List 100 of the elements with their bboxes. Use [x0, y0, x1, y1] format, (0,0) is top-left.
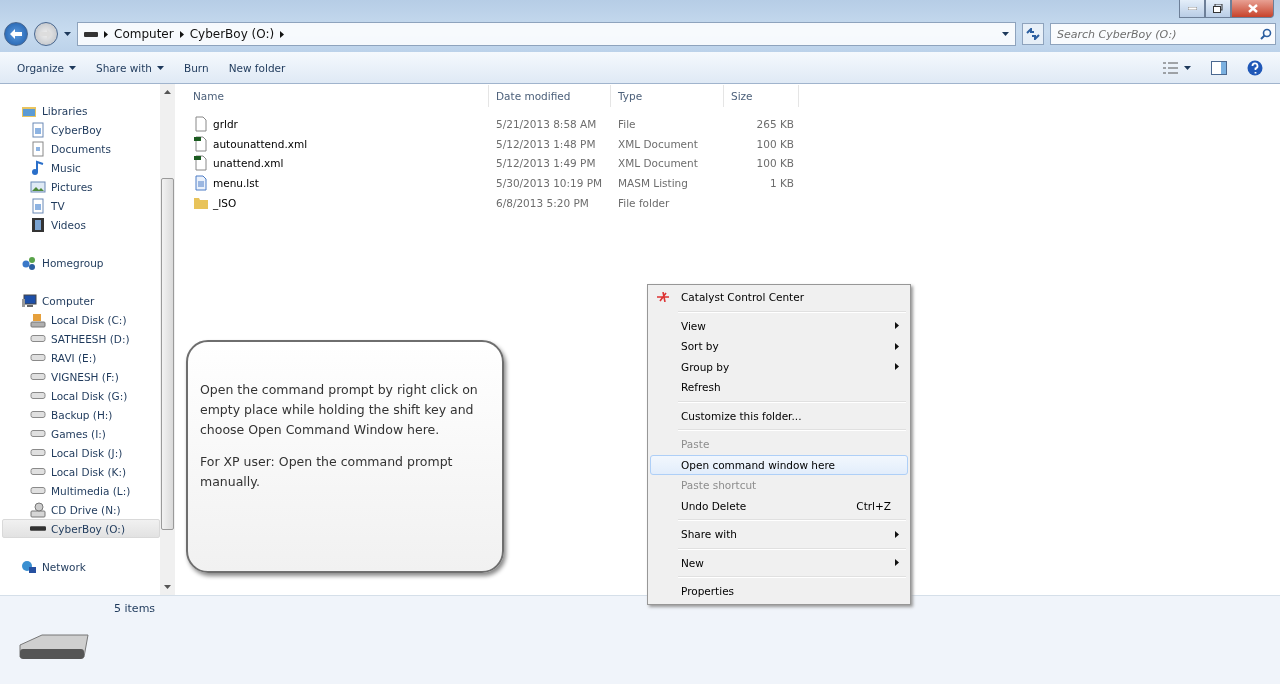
address-bar[interactable]: Computer CyberBoy (O:)	[77, 22, 1016, 46]
chevron-right-icon	[895, 322, 899, 330]
size-cell-text: 265 KB	[755, 117, 794, 130]
menu-item[interactable]: Group by	[650, 356, 908, 377]
size-cell-text: 100 KB	[755, 157, 794, 170]
nav-item[interactable]: Network	[2, 557, 160, 576]
nav-item[interactable]: Libraries	[2, 102, 160, 121]
file-name-cell[interactable]: _ISO	[186, 194, 489, 211]
shortcut-text: Ctrl+Z	[856, 499, 891, 512]
size-cell-text: 1 KB	[768, 176, 794, 189]
drive-icon	[30, 373, 46, 381]
file-name-cell[interactable]: menu.lst	[186, 174, 489, 191]
column-header[interactable]: Date modified	[489, 85, 611, 107]
document-icon	[30, 141, 46, 158]
forward-button[interactable]	[34, 22, 58, 46]
help-icon	[1247, 59, 1263, 76]
chevron-right-icon	[895, 530, 899, 538]
toolbar-button[interactable]: Burn	[176, 57, 216, 78]
refresh-icon	[1026, 28, 1040, 40]
back-arrow-icon	[10, 29, 22, 39]
toolbar-button[interactable]: Share with	[89, 57, 171, 78]
nav-item[interactable]: RAVI (E:)	[2, 348, 160, 368]
nav-item[interactable]: Computer	[2, 291, 160, 311]
instruction-text: Open the command prompt by right click on empty place while holding the shift key and choose Open Command Window here.	[200, 381, 479, 439]
restore-icon	[1213, 4, 1223, 13]
breadcrumb[interactable]: Computer	[114, 27, 174, 41]
breadcrumb[interactable]: CyberBoy (O:)	[189, 27, 275, 41]
search-icon	[1260, 28, 1272, 40]
type-cell-text: XML Document	[617, 157, 699, 170]
scrollbar-thumb[interactable]	[161, 178, 174, 530]
xml-file-icon	[193, 155, 209, 172]
file-name-cell[interactable]: unattend.xml	[186, 155, 489, 172]
nav-item[interactable]: Local Disk (C:)	[2, 310, 160, 330]
date-cell-text: 5/21/2013 8:58 AM	[495, 117, 598, 130]
minimize-icon	[1187, 7, 1197, 10]
toolbar-button[interactable]: New folder	[221, 57, 293, 78]
date-cell-text: 5/30/2013 10:19 PM	[495, 176, 604, 189]
chevron-right-icon	[895, 559, 899, 567]
nav-item[interactable]: Documents	[2, 139, 160, 159]
search-field[interactable]: Search CyberBoy (O:)	[1050, 23, 1276, 45]
file-name-cell[interactable]: grldr	[186, 115, 489, 132]
nav-item[interactable]: Music	[2, 158, 160, 178]
history-dropdown-icon	[64, 32, 71, 36]
menu-item[interactable]: Properties	[650, 581, 908, 602]
scroll-down-icon[interactable]	[164, 585, 171, 589]
music-note-icon	[30, 160, 46, 177]
nav-item[interactable]: Backup (H:)	[2, 405, 160, 425]
caret-icon	[1184, 65, 1191, 70]
menu-item[interactable]: View	[650, 315, 908, 336]
nav-item[interactable]: CD Drive (N:)	[2, 500, 160, 520]
toolbar-button[interactable]: Organize	[10, 57, 84, 78]
film-icon	[30, 217, 46, 234]
list-view-icon	[1163, 61, 1179, 74]
close-button[interactable]	[1231, 0, 1274, 18]
type-cell-text: MASM Listing	[617, 176, 689, 189]
caret-icon	[156, 65, 164, 70]
scroll-up-icon[interactable]	[164, 90, 171, 94]
nav-item[interactable]: TV	[2, 196, 160, 216]
computer-icon	[21, 293, 37, 309]
drive-icon	[30, 430, 46, 438]
menu-item[interactable]: New	[650, 552, 908, 573]
nav-item[interactable]: Videos	[2, 215, 160, 235]
chevron-right-icon	[895, 342, 899, 350]
back-button[interactable]	[4, 22, 28, 46]
nav-item[interactable]: SATHEESH (D:)	[2, 329, 160, 349]
network-icon	[21, 558, 37, 575]
menu-item[interactable]: Share with	[650, 524, 908, 545]
date-cell-text: 6/8/2013 5:20 PM	[495, 196, 590, 209]
nav-item[interactable]: Local Disk (J:)	[2, 443, 160, 463]
drive-icon	[84, 31, 98, 37]
file-name-cell[interactable]: autounattend.xml	[186, 135, 489, 152]
column-header[interactable]: Size	[724, 85, 799, 107]
menu-item[interactable]: Open command window here	[650, 454, 908, 475]
nav-item[interactable]: CyberBoy (O:)	[2, 519, 160, 539]
menu-item[interactable]: Customize this folder...	[650, 405, 908, 426]
menu-item[interactable]: Undo Delete Ctrl+Z	[650, 495, 908, 516]
type-cell-text: File folder	[617, 196, 671, 209]
nav-item[interactable]: Multimedia (L:)	[2, 481, 160, 501]
nav-item[interactable]: Local Disk (G:)	[2, 386, 160, 406]
menu-item[interactable]: Catalyst Control Center	[650, 287, 908, 308]
nav-item[interactable]: Pictures	[2, 177, 160, 197]
drive-icon	[30, 487, 46, 495]
nav-item[interactable]: VIGNESH (F:)	[2, 367, 160, 387]
file-icon	[193, 115, 209, 132]
nav-item[interactable]: Homegroup	[2, 253, 160, 273]
column-header[interactable]: Type	[611, 85, 724, 107]
type-cell-text: XML Document	[617, 137, 699, 150]
nav-item[interactable]: Local Disk (K:)	[2, 462, 160, 482]
nav-item[interactable]: Games (I:)	[2, 424, 160, 444]
type-cell-text: File	[617, 117, 637, 130]
refresh-button[interactable]	[1022, 23, 1044, 45]
maximize-button[interactable]	[1205, 0, 1231, 18]
column-header[interactable]: Name	[186, 85, 489, 107]
menu-item[interactable]: Refresh	[650, 377, 908, 398]
forward-arrow-icon	[40, 29, 52, 39]
nav-item[interactable]: CyberBoy	[2, 120, 160, 140]
menu-item[interactable]: Sort by	[650, 336, 908, 357]
chevron-right-icon	[104, 30, 108, 38]
picture-icon	[30, 179, 46, 196]
xml-file-icon	[193, 135, 209, 152]
